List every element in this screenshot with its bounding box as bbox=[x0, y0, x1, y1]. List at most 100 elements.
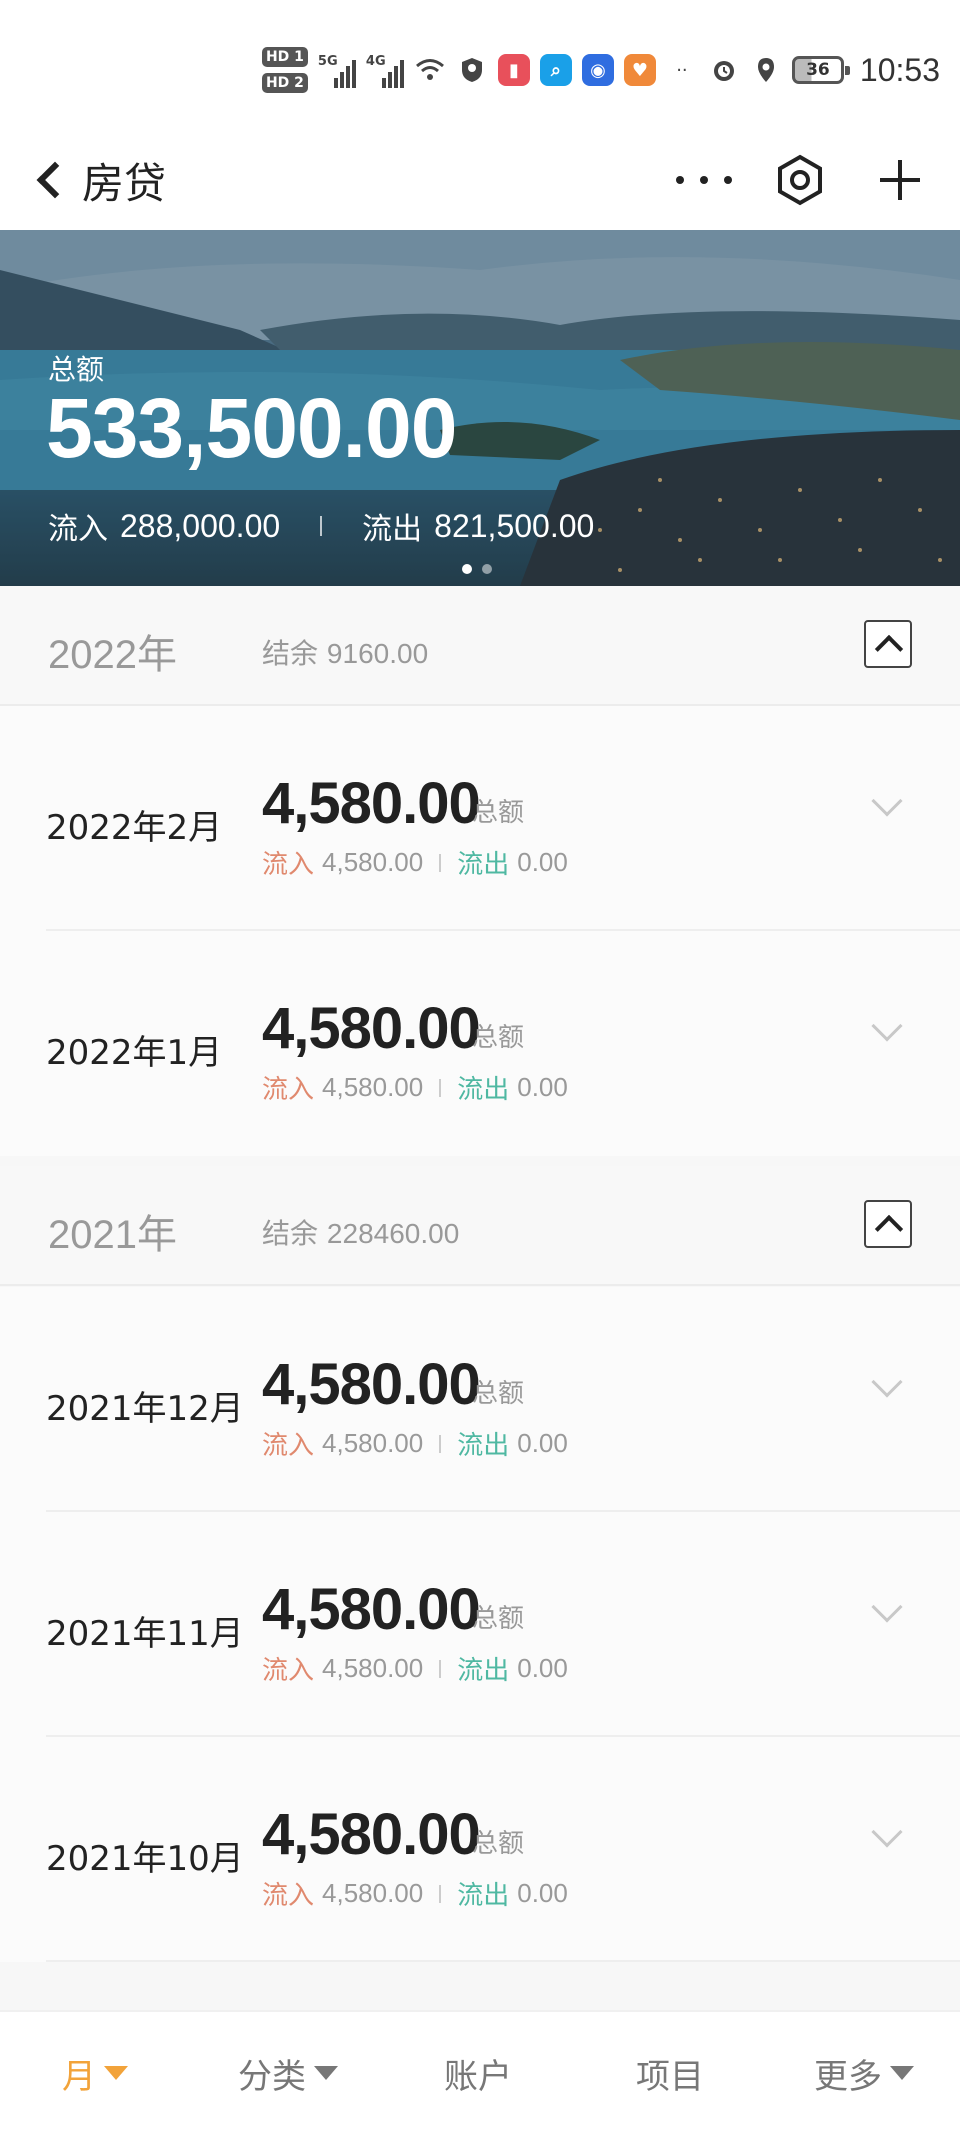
bulb-app-icon: ◉ bbox=[581, 54, 614, 86]
settings-button[interactable] bbox=[772, 152, 828, 208]
month-amount: 4,580.00 bbox=[262, 996, 481, 1061]
month-row[interactable]: 2021年10月 4,580.00 总额 流入 4,580.00 流出 0.00 bbox=[0, 1737, 960, 1962]
flow-separator bbox=[320, 516, 323, 536]
book-app-icon: ▮ bbox=[497, 54, 530, 86]
year-balance: 结余 228460.00 bbox=[262, 1212, 459, 1252]
dropdown-triangle-icon bbox=[890, 2066, 914, 2080]
page-dot bbox=[482, 564, 492, 574]
month-row[interactable]: 2022年1月 4,580.00 总额 流入 4,580.00 流出 0.00 bbox=[0, 931, 960, 1156]
balance-label: 结余 bbox=[262, 638, 319, 669]
month-label: 2021年11月 bbox=[46, 1614, 244, 1654]
back-button[interactable]: 房贷 bbox=[30, 152, 170, 208]
balance-value: 228460.00 bbox=[326, 1218, 460, 1249]
month-amount-label: 总额 bbox=[472, 798, 525, 828]
dot-icon bbox=[700, 176, 708, 184]
collapse-year-button[interactable] bbox=[864, 1200, 912, 1248]
balance-value: 9160.00 bbox=[326, 638, 429, 669]
inflow-label: 流入 bbox=[262, 1431, 315, 1461]
expand-chevron-icon[interactable] bbox=[871, 785, 903, 817]
month-flows: 流入 4,580.00 流出 0.00 bbox=[262, 844, 568, 881]
hd1-badge: HD 1 bbox=[261, 47, 308, 67]
summary-banner[interactable]: 总额 533,500.00 流入 288,000.00 流出 821,500.0… bbox=[0, 230, 960, 586]
tab-more-label: 更多 bbox=[814, 2056, 882, 2097]
month-amount-label: 总额 bbox=[472, 1829, 525, 1859]
inflow-value: 4,580.00 bbox=[322, 1072, 424, 1102]
signal-4g-label: 4G bbox=[365, 54, 386, 69]
more-options-button[interactable] bbox=[676, 160, 732, 200]
flow-separator bbox=[439, 1659, 442, 1678]
inflow-value: 4,580.00 bbox=[322, 1428, 424, 1458]
banner-flows: 流入 288,000.00 流出 821,500.00 bbox=[48, 504, 594, 548]
month-amount: 4,580.00 bbox=[262, 1802, 481, 1867]
flow-separator bbox=[439, 1884, 442, 1903]
hexagon-settings-icon bbox=[778, 154, 822, 206]
month-row[interactable]: 2021年12月 4,580.00 总额 流入 4,580.00 流出 0.00 bbox=[0, 1287, 960, 1512]
dot-icon bbox=[724, 176, 732, 184]
inflow-label: 流入 bbox=[48, 512, 108, 547]
search-app-icon: ⌕ bbox=[539, 54, 572, 86]
expand-chevron-icon[interactable] bbox=[871, 1010, 903, 1042]
status-bar: HD 1 HD 2 5G 4G ▮ ⌕ ◉ ♥ ·· 36 10:53 bbox=[0, 0, 960, 130]
collapse-year-button[interactable] bbox=[864, 620, 912, 668]
balance-label: 结余 bbox=[262, 1218, 319, 1249]
outflow-label: 流出 bbox=[457, 1656, 510, 1686]
signal-4g-icon: 4G bbox=[366, 52, 404, 88]
hd-indicator: HD 1 HD 2 bbox=[261, 47, 308, 93]
tab-project-label: 项目 bbox=[636, 2056, 704, 2097]
expand-chevron-icon[interactable] bbox=[871, 1816, 903, 1848]
shield-user-icon bbox=[456, 54, 488, 86]
page-title: 房贷 bbox=[82, 158, 167, 208]
inflow-label: 流入 bbox=[262, 1656, 315, 1686]
month-row[interactable]: 2021年11月 4,580.00 总额 流入 4,580.00 流出 0.00 bbox=[0, 1512, 960, 1737]
plus-icon bbox=[880, 160, 920, 200]
wifi-icon bbox=[414, 54, 446, 86]
inflow-value: 4,580.00 bbox=[322, 1878, 424, 1908]
inflow-label: 流入 bbox=[262, 1881, 315, 1911]
alarm-icon bbox=[708, 54, 740, 86]
tab-project[interactable]: 项目 bbox=[636, 2046, 704, 2100]
location-icon bbox=[750, 54, 782, 86]
outflow-label: 流出 bbox=[362, 512, 423, 547]
dropdown-triangle-icon bbox=[104, 2066, 128, 2080]
month-label: 2022年2月 bbox=[46, 808, 223, 848]
month-label: 2021年12月 bbox=[46, 1389, 244, 1429]
dot-icon bbox=[676, 176, 684, 184]
year-label: 2021年 bbox=[48, 1213, 177, 1257]
battery-icon: 36 bbox=[791, 56, 850, 84]
year-header-2022[interactable]: 2022年 结余 9160.00 bbox=[0, 586, 960, 706]
back-chevron-icon bbox=[36, 161, 74, 199]
tab-month-label: 月 bbox=[62, 2056, 96, 2097]
month-flows: 流入 4,580.00 流出 0.00 bbox=[262, 1425, 568, 1462]
expand-chevron-icon[interactable] bbox=[871, 1366, 903, 1398]
outflow-label: 流出 bbox=[457, 1075, 510, 1105]
year-label: 2022年 bbox=[48, 633, 177, 677]
month-row[interactable]: 2022年2月 4,580.00 总额 流入 4,580.00 流出 0.00 bbox=[0, 706, 960, 931]
month-label: 2021年10月 bbox=[46, 1839, 244, 1879]
month-amount: 4,580.00 bbox=[262, 1577, 481, 1642]
inflow-label: 流入 bbox=[262, 850, 315, 880]
hd2-badge: HD 2 bbox=[261, 73, 308, 93]
tab-account[interactable]: 账户 bbox=[444, 2046, 512, 2100]
inflow-label: 流入 bbox=[262, 1075, 315, 1105]
month-label: 2022年1月 bbox=[46, 1033, 223, 1073]
outflow-label: 流出 bbox=[457, 1881, 510, 1911]
outflow-label: 流出 bbox=[457, 850, 510, 880]
battery-level: 36 bbox=[806, 60, 830, 80]
tab-more[interactable]: 更多 bbox=[814, 2046, 914, 2100]
tab-category-label: 分类 bbox=[238, 2056, 306, 2097]
row-divider bbox=[46, 1960, 960, 1962]
inflow-value: 4,580.00 bbox=[322, 1653, 424, 1683]
expand-chevron-icon[interactable] bbox=[871, 1591, 903, 1623]
year-header-2021[interactable]: 2021年 结余 228460.00 bbox=[0, 1166, 960, 1286]
status-icons: HD 1 HD 2 5G 4G ▮ ⌕ ◉ ♥ ·· 36 10:53 bbox=[261, 40, 940, 100]
signal-5g-label: 5G bbox=[317, 54, 338, 69]
month-amount: 4,580.00 bbox=[262, 771, 481, 836]
month-amount-label: 总额 bbox=[472, 1379, 525, 1409]
tab-month[interactable]: 月 bbox=[62, 2046, 128, 2100]
tab-category[interactable]: 分类 bbox=[238, 2046, 338, 2100]
flow-separator bbox=[439, 1078, 442, 1097]
dropdown-triangle-icon bbox=[314, 2066, 338, 2080]
outflow-value: 0.00 bbox=[517, 1072, 568, 1102]
outflow-label: 流出 bbox=[457, 1431, 510, 1461]
add-button[interactable] bbox=[872, 152, 928, 208]
